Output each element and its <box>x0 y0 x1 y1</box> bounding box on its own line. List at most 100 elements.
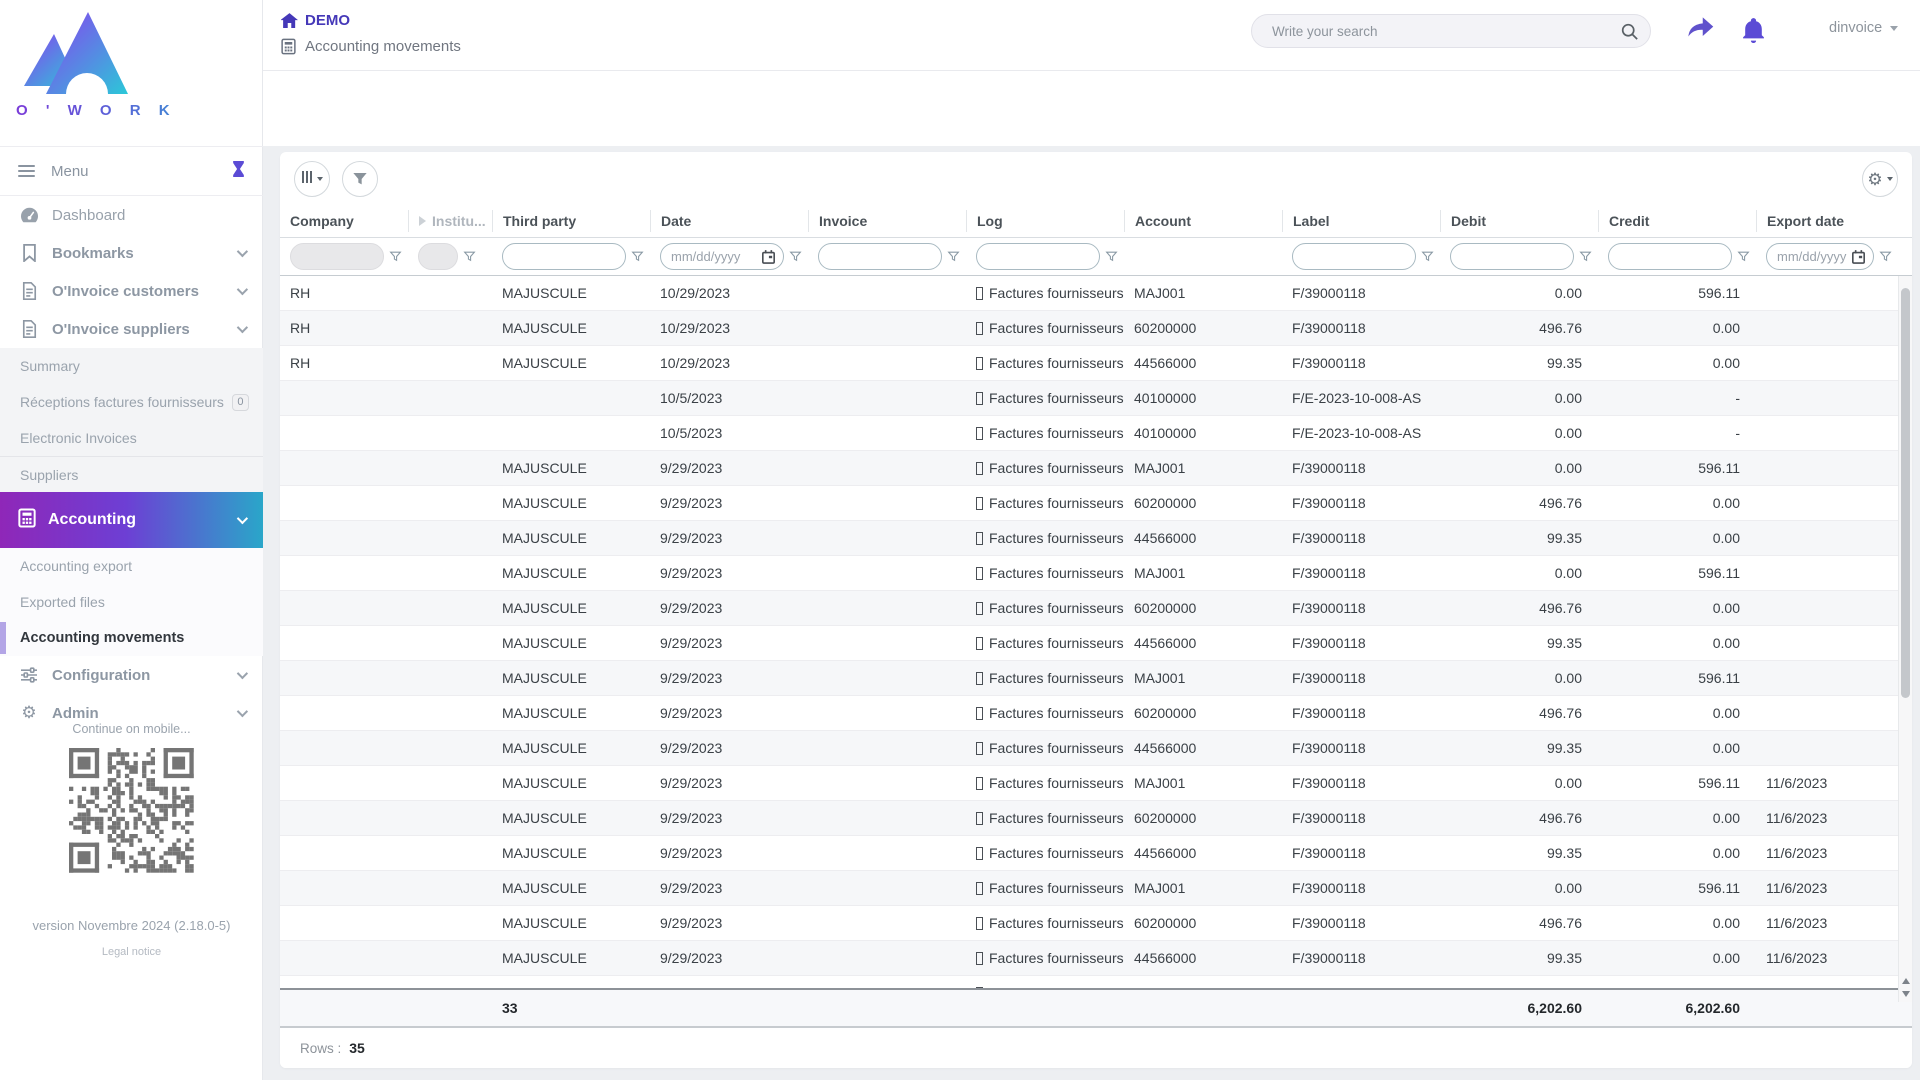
funnel-icon[interactable] <box>1421 250 1434 263</box>
cell-debit: 0.00 <box>1440 670 1598 686</box>
third-party-filter-input[interactable] <box>502 243 626 270</box>
cell-date: 9/29/2023 <box>650 565 808 581</box>
table-row[interactable]: MAJUSCULE9/29/2023Factures fournisseursM… <box>280 871 1898 906</box>
table-row[interactable]: RHMAJUSCULE10/29/2023Factures fournisseu… <box>280 311 1898 346</box>
cell-label: F/39000118 <box>1282 985 1440 988</box>
sidebar-item-accounting-movements[interactable]: Accounting movements <box>0 620 263 656</box>
cell-log: Factures fournisseurs <box>966 495 1124 511</box>
cell-date: 9/29/2023 <box>650 670 808 686</box>
sidebar-item-summary[interactable]: Summary <box>0 348 263 384</box>
filter-company <box>280 243 408 270</box>
funnel-icon[interactable] <box>631 250 644 263</box>
date-filter-input[interactable]: mm/dd/yyyy <box>660 243 784 270</box>
sidebar-item-accounting[interactable]: Accounting <box>0 492 263 548</box>
funnel-icon[interactable] <box>463 250 476 263</box>
column-header-credit[interactable]: Credit <box>1598 210 1756 232</box>
hamburger-icon[interactable] <box>18 162 35 180</box>
sidebar-item-receptions-factures[interactable]: Réceptions factures fournisseurs 0 <box>0 384 263 420</box>
sidebar-item-configuration[interactable]: Configuration <box>0 656 263 694</box>
table-row[interactable]: MAJUSCULE9/29/2023Factures fournisseursM… <box>280 766 1898 801</box>
column-header-account[interactable]: Account <box>1124 210 1282 232</box>
table-row[interactable]: 10/5/2023Factures fournisseurs40100000F/… <box>280 416 1898 451</box>
sidebar-item-suppliers[interactable]: Suppliers <box>0 456 263 492</box>
table-row[interactable]: MAJUSCULE9/29/2023Factures fournisseurs6… <box>280 591 1898 626</box>
funnel-icon[interactable] <box>389 250 402 263</box>
table-row[interactable]: MAJUSCULE9/29/2023Factures fournisseurs4… <box>280 521 1898 556</box>
table-row[interactable]: MAJUSCULE9/29/2023Factures fournisseursM… <box>280 451 1898 486</box>
funnel-icon[interactable] <box>1579 250 1592 263</box>
sidebar-item-accounting-export[interactable]: Accounting export <box>0 548 263 584</box>
table-row[interactable]: MAJUSCULE9/29/2023Factures fournisseurs6… <box>280 906 1898 941</box>
cell-third-party: MAJUSCULE <box>492 950 650 966</box>
table-settings-button[interactable]: ⚙ <box>1862 161 1898 197</box>
column-header-debit[interactable]: Debit <box>1440 210 1598 232</box>
breadcrumb[interactable]: DEMO <box>281 12 350 29</box>
funnel-icon[interactable] <box>947 250 960 263</box>
table-row[interactable]: MAJUSCULE9/29/2023Factures fournisseurs4… <box>280 626 1898 661</box>
filter-button[interactable] <box>342 161 378 197</box>
credit-filter-input[interactable] <box>1608 243 1732 270</box>
share-icon[interactable] <box>1687 16 1715 47</box>
table-row[interactable]: MAJUSCULE9/29/2023Factures fournisseurs4… <box>280 836 1898 871</box>
bell-icon[interactable] <box>1741 16 1766 48</box>
table-row[interactable]: MAJUSCULE9/29/2023Factures fournisseursM… <box>280 976 1898 988</box>
column-header-label[interactable]: Label <box>1282 210 1440 232</box>
cell-credit: 596.11 <box>1598 775 1756 791</box>
sidebar-item-dashboard[interactable]: Dashboard <box>0 196 263 234</box>
hourglass-icon[interactable] <box>232 161 245 182</box>
scroll-down-button[interactable] <box>1900 988 1912 1000</box>
table-row[interactable]: MAJUSCULE9/29/2023Factures fournisseurs6… <box>280 486 1898 521</box>
active-indicator <box>0 622 6 654</box>
sidebar-item-bookmarks[interactable]: Bookmarks <box>0 234 263 272</box>
column-header-institution[interactable]: Institu... <box>408 210 492 232</box>
calendar-icon[interactable] <box>762 250 775 264</box>
user-menu[interactable]: dinvoice <box>1829 20 1898 36</box>
scroll-up-button[interactable] <box>1900 975 1912 987</box>
table-row[interactable]: MAJUSCULE9/29/2023Factures fournisseurs6… <box>280 801 1898 836</box>
invoice-filter-input[interactable] <box>818 243 942 270</box>
scrollbar-thumb[interactable] <box>1901 288 1910 698</box>
cell-account: 60200000 <box>1124 705 1282 721</box>
table-row[interactable]: MAJUSCULE9/29/2023Factures fournisseursM… <box>280 556 1898 591</box>
sliders-icon <box>18 667 40 683</box>
cell-label: F/39000118 <box>1282 775 1440 791</box>
columns-button[interactable] <box>294 161 330 197</box>
column-header-date[interactable]: Date <box>650 210 808 232</box>
sidebar-item-electronic-invoices[interactable]: Electronic Invoices <box>0 420 263 456</box>
table-row[interactable]: RHMAJUSCULE10/29/2023Factures fournisseu… <box>280 276 1898 311</box>
export-date-filter-input[interactable]: mm/dd/yyyy <box>1766 243 1874 270</box>
cell-date: 10/29/2023 <box>650 320 808 336</box>
funnel-icon[interactable] <box>789 250 802 263</box>
cell-date: 9/29/2023 <box>650 845 808 861</box>
sidebar-item-exported-files[interactable]: Exported files <box>0 584 263 620</box>
column-header-third-party[interactable]: Third party <box>492 210 650 232</box>
funnel-icon[interactable] <box>1105 250 1118 263</box>
column-header-export-date[interactable]: Export date <box>1756 210 1898 232</box>
log-filter-input[interactable] <box>976 243 1100 270</box>
user-name: dinvoice <box>1829 20 1882 36</box>
search-input[interactable] <box>1272 24 1621 39</box>
cell-date: 10/29/2023 <box>650 285 808 301</box>
sidebar-item-oinvoice-customers[interactable]: O'Invoice customers <box>0 272 263 310</box>
column-header-invoice[interactable]: Invoice <box>808 210 966 232</box>
expand-column-icon[interactable] <box>419 216 426 226</box>
debit-filter-input[interactable] <box>1450 243 1574 270</box>
funnel-icon[interactable] <box>1737 250 1750 263</box>
table-row[interactable]: MAJUSCULE9/29/2023Factures fournisseurs4… <box>280 731 1898 766</box>
table-row[interactable]: MAJUSCULE9/29/2023Factures fournisseurs4… <box>280 941 1898 976</box>
column-header-company[interactable]: Company <box>280 210 408 232</box>
funnel-icon[interactable] <box>1879 250 1892 263</box>
vertical-scrollbar[interactable] <box>1898 276 1912 1002</box>
sidebar-item-oinvoice-suppliers[interactable]: O'Invoice suppliers <box>0 310 263 348</box>
calendar-icon[interactable] <box>1852 250 1865 264</box>
version-text: version Novembre 2024 (2.18.0-5) <box>0 918 263 933</box>
label-filter-input[interactable] <box>1292 243 1416 270</box>
column-header-log[interactable]: Log <box>966 210 1124 232</box>
table-row[interactable]: RHMAJUSCULE10/29/2023Factures fournisseu… <box>280 346 1898 381</box>
search-icon[interactable] <box>1621 23 1638 40</box>
table-row[interactable]: 10/5/2023Factures fournisseurs40100000F/… <box>280 381 1898 416</box>
cell-date: 9/29/2023 <box>650 460 808 476</box>
table-row[interactable]: MAJUSCULE9/29/2023Factures fournisseurs6… <box>280 696 1898 731</box>
table-row[interactable]: MAJUSCULE9/29/2023Factures fournisseursM… <box>280 661 1898 696</box>
legal-notice-link[interactable]: Legal notice <box>0 946 263 958</box>
